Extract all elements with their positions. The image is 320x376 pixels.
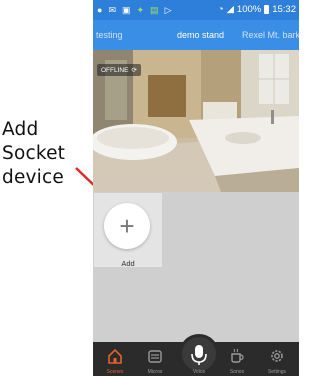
nav-settings[interactable]: Settings [257, 342, 297, 376]
device-grid: + Add [93, 192, 299, 340]
phone-screen: ● ✉ ▣ ✦ ▤ ▷ ◔ ◢ 100% 15:32 testing demo … [93, 0, 299, 376]
battery-icon [264, 5, 270, 14]
room-tabs: testing demo stand Rexel Mt. barker [93, 20, 299, 50]
battery-text: 100% [236, 4, 262, 15]
add-label: Add [121, 259, 135, 268]
annotation-line: Socket [2, 143, 66, 164]
offline-badge: OFFLINE ⟳ [97, 64, 141, 76]
location-icon: ● [97, 5, 103, 15]
tab-rexel-mt-barker[interactable]: Rexel Mt. barker [242, 30, 299, 40]
nav-micros[interactable]: Micros [135, 342, 175, 376]
camera-view[interactable]: OFFLINE ⟳ [93, 50, 299, 192]
add-button[interactable]: + [104, 203, 150, 249]
coffee-icon [231, 348, 244, 363]
annotation-line: device [2, 167, 64, 188]
star-icon: ✦ [136, 5, 145, 15]
device-icon [148, 350, 162, 363]
nav-label-voice: Voice [192, 369, 206, 375]
microphone-icon [191, 345, 207, 365]
annotation-line: Add [2, 119, 39, 140]
plus-icon: + [119, 211, 135, 241]
voice-button[interactable] [179, 334, 219, 374]
home-icon [108, 348, 122, 364]
annotation-text: Add Socket device [2, 118, 92, 190]
nav-label: Scenes [106, 369, 124, 375]
tab-testing[interactable]: testing [96, 30, 123, 40]
nav-label: Settings [267, 369, 287, 375]
add-device-tile[interactable]: + Add [94, 193, 162, 268]
refresh-icon[interactable]: ⟳ [131, 66, 136, 74]
offline-label: OFFLINE [101, 66, 129, 74]
gear-icon [271, 350, 283, 362]
status-bar: ● ✉ ▣ ✦ ▤ ▷ ◔ ◢ 100% 15:32 [93, 0, 299, 20]
nav-sonos[interactable]: Sonos [217, 342, 257, 376]
play-icon: ▷ [164, 5, 172, 15]
image-icon: ▣ [121, 5, 131, 15]
signal-icon: ◢ [226, 4, 234, 15]
tab-demo-stand[interactable]: demo stand [177, 30, 224, 40]
mail-icon: ✉ [108, 5, 116, 15]
nav-label: Micros [147, 369, 163, 375]
app-icon: ▤ [150, 5, 159, 15]
wifi-icon: ◔ [217, 4, 224, 15]
clock: 15:32 [272, 4, 296, 15]
nav-scenes[interactable]: Scenes [95, 342, 135, 376]
nav-label: Sonos [229, 369, 245, 375]
